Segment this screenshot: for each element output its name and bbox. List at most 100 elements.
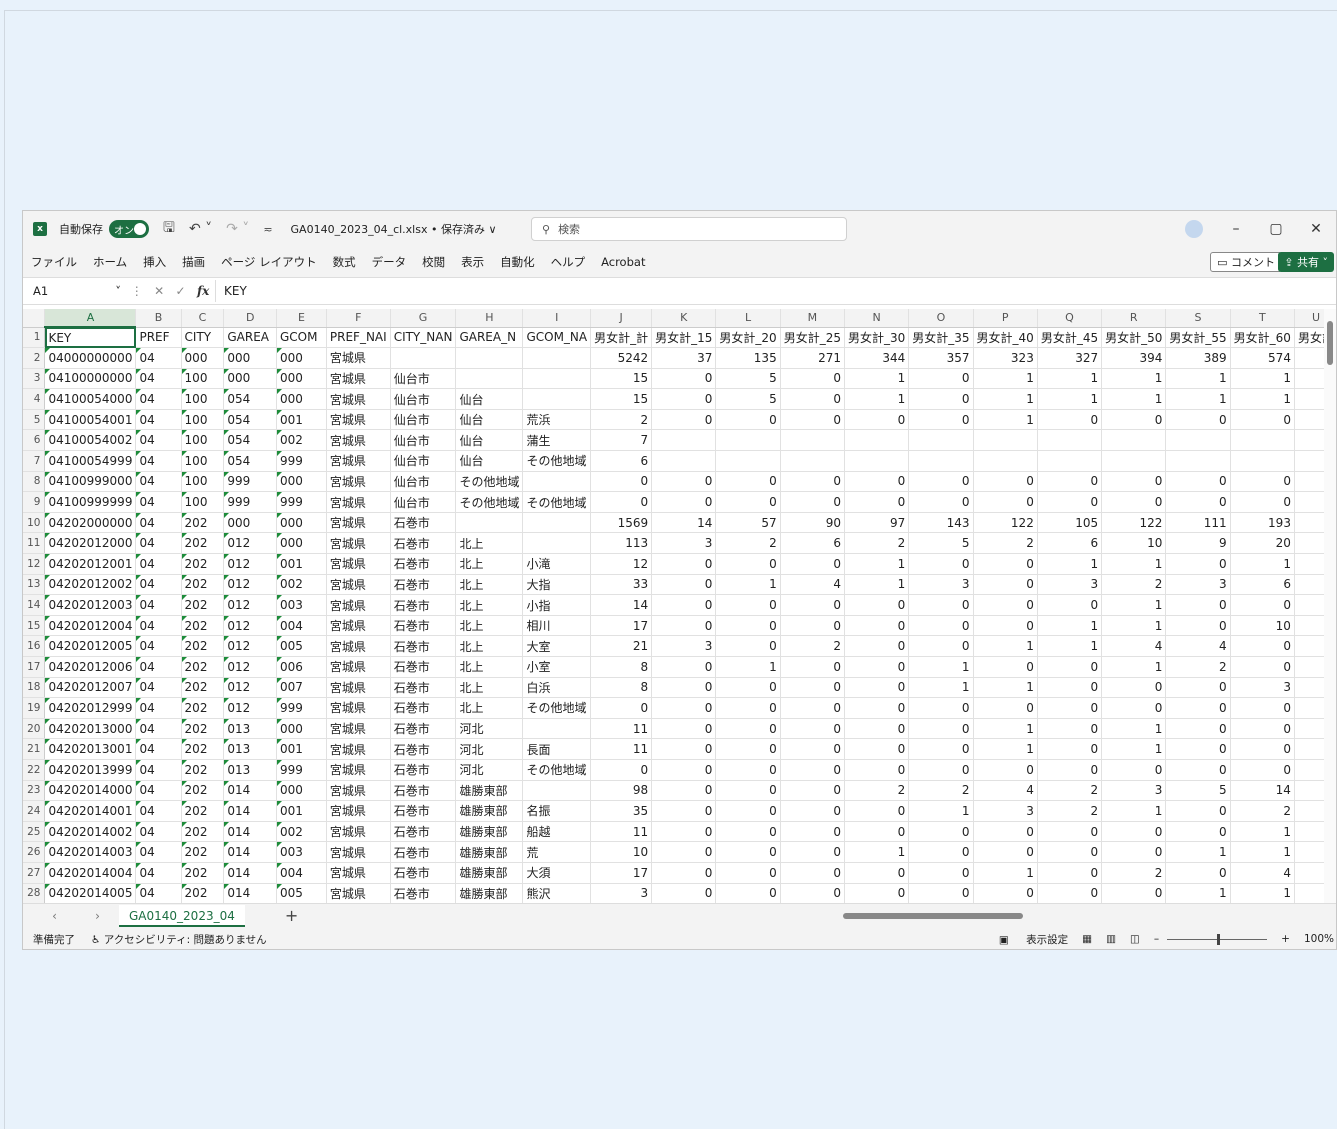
cell[interactable]: 0 — [1101, 821, 1167, 843]
column-header[interactable]: T — [1230, 309, 1295, 328]
cell[interactable]: 1 — [973, 635, 1038, 657]
cell[interactable]: 999 — [276, 491, 327, 513]
column-header[interactable]: A — [44, 309, 137, 328]
cell[interactable]: 1 — [908, 677, 974, 699]
minimize-icon[interactable]: – — [1216, 211, 1256, 247]
cell[interactable]: 0 — [844, 471, 910, 493]
cell[interactable]: 1 — [1101, 368, 1167, 390]
cell[interactable]: 5 — [715, 368, 781, 390]
formula-input[interactable]: KEY — [215, 280, 1336, 302]
display-settings[interactable]: ▣ 表示設定 — [985, 932, 1068, 947]
scroll-thumb[interactable] — [843, 913, 1023, 919]
cell[interactable]: 石巻市 — [390, 862, 457, 884]
cell[interactable]: 0 — [651, 862, 717, 884]
document-title[interactable]: GA0140_2023_04_cl.xlsx • 保存済み ∨ — [291, 221, 497, 237]
column-header[interactable]: K — [651, 309, 717, 328]
cell[interactable]: 0 — [651, 780, 717, 802]
cell[interactable]: 4 — [1165, 635, 1231, 657]
autosave-toggle[interactable]: オン — [109, 220, 149, 238]
cell[interactable]: 1 — [1037, 368, 1103, 390]
cell[interactable]: 雄勝東部 — [455, 821, 524, 843]
cell[interactable]: 1 — [1165, 883, 1231, 903]
cell[interactable]: 仙台市 — [390, 429, 457, 452]
menu-item-10[interactable]: ヘルプ — [551, 254, 586, 270]
cell[interactable]: 0 — [651, 718, 717, 740]
cell[interactable]: 0 — [590, 697, 653, 719]
cell[interactable]: 04100999999 — [44, 491, 137, 513]
cell[interactable]: 1 — [1165, 368, 1231, 390]
cell[interactable] — [522, 471, 592, 493]
cell[interactable] — [780, 450, 845, 472]
cell[interactable]: 04 — [135, 821, 182, 843]
cell[interactable]: 0 — [590, 759, 653, 781]
cell[interactable]: 6 — [590, 450, 653, 472]
cell[interactable]: 0 — [715, 759, 781, 781]
cell[interactable]: 10 — [1230, 615, 1295, 637]
cell[interactable] — [1037, 429, 1103, 452]
cell[interactable] — [455, 347, 524, 369]
cell[interactable]: 04 — [135, 594, 182, 616]
cell[interactable]: 男女計_55 — [1165, 327, 1231, 349]
cell[interactable]: 999 — [276, 450, 327, 472]
add-sheet-icon[interactable]: + — [285, 906, 298, 925]
cell[interactable]: 04 — [135, 450, 182, 472]
cell[interactable]: 1 — [1230, 388, 1295, 410]
cell[interactable]: 2 — [780, 635, 845, 657]
cell[interactable]: 2 — [1165, 656, 1231, 678]
cell[interactable]: 999 — [276, 759, 327, 781]
menu-item-5[interactable]: 数式 — [333, 254, 356, 270]
cell[interactable]: 宮城県 — [326, 574, 391, 596]
cell[interactable]: 0 — [715, 697, 781, 719]
cell[interactable]: 白浜 — [522, 677, 592, 699]
cell[interactable]: 河北 — [455, 718, 524, 740]
cell[interactable]: 0 — [651, 388, 717, 410]
cell[interactable]: 0 — [1230, 718, 1295, 740]
cell[interactable]: その他地域 — [455, 491, 524, 513]
cell[interactable]: 0 — [715, 883, 781, 903]
cell[interactable]: 0 — [715, 491, 781, 513]
column-header[interactable]: B — [135, 309, 182, 328]
cell[interactable] — [844, 429, 910, 452]
cell[interactable]: 001 — [276, 553, 327, 575]
cell[interactable]: 100 — [181, 368, 225, 390]
cell[interactable]: 石巻市 — [390, 759, 457, 781]
cell[interactable]: 327 — [1037, 347, 1103, 369]
cell[interactable]: 0 — [1165, 759, 1231, 781]
cell[interactable]: 1 — [715, 574, 781, 596]
cell[interactable]: 574 — [1230, 347, 1295, 369]
cell[interactable]: 0 — [908, 635, 974, 657]
cell[interactable]: 宮城県 — [326, 615, 391, 637]
cell[interactable]: 0 — [973, 759, 1038, 781]
cell[interactable]: 014 — [223, 883, 277, 903]
cell[interactable]: 1 — [973, 718, 1038, 740]
row-header[interactable]: 18 — [23, 677, 46, 699]
cell[interactable] — [1101, 429, 1167, 452]
cell[interactable]: 04 — [135, 615, 182, 637]
cell[interactable]: 0 — [651, 594, 717, 616]
cell[interactable]: CITY — [181, 327, 225, 349]
cell[interactable]: 002 — [276, 429, 327, 452]
cell[interactable]: 100 — [181, 409, 225, 431]
cell[interactable]: 90 — [780, 512, 845, 534]
cell[interactable]: 0 — [844, 697, 910, 719]
cell[interactable]: 001 — [276, 800, 327, 822]
cell[interactable]: 122 — [973, 512, 1038, 534]
cell[interactable]: PREF_NAI — [326, 327, 391, 349]
customize-qat-icon[interactable]: ≂ — [263, 223, 272, 236]
cell[interactable]: 0 — [1101, 841, 1167, 863]
cell[interactable]: 000 — [223, 368, 277, 390]
cell[interactable]: 0 — [780, 553, 845, 575]
cell[interactable]: 0 — [1165, 862, 1231, 884]
row-header[interactable]: 16 — [23, 635, 46, 657]
cell[interactable]: 012 — [223, 553, 277, 575]
close-icon[interactable]: ✕ — [1296, 211, 1336, 247]
cell[interactable]: 1 — [1101, 615, 1167, 637]
cell[interactable]: 仙台 — [455, 450, 524, 472]
cell[interactable]: その他地域 — [522, 697, 592, 719]
cell[interactable]: 宮城県 — [326, 512, 391, 534]
row-header[interactable]: 3 — [23, 368, 46, 390]
cell[interactable]: 999 — [276, 697, 327, 719]
cell[interactable]: 1 — [844, 368, 910, 390]
cell[interactable]: 荒 — [522, 841, 592, 863]
menu-item-9[interactable]: 自動化 — [500, 254, 535, 270]
